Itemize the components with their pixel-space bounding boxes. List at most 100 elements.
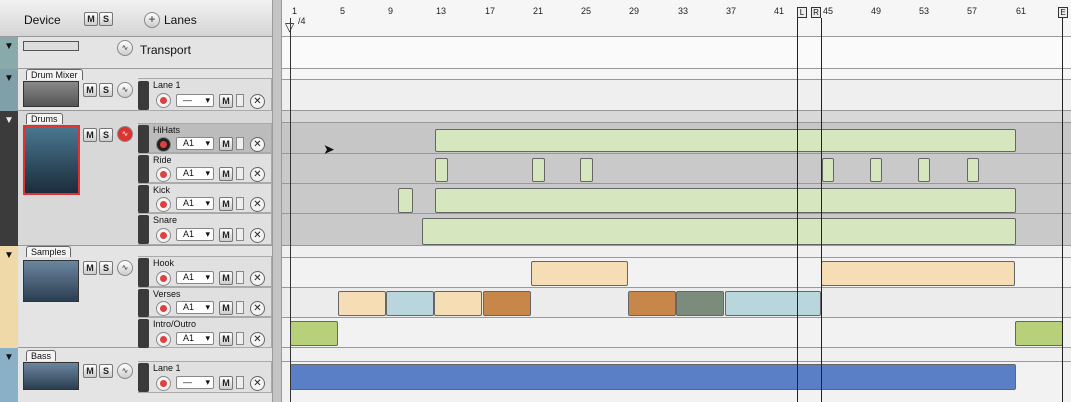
mute-button[interactable]: M — [83, 364, 97, 378]
clip[interactable] — [434, 291, 482, 316]
record-button[interactable] — [156, 167, 171, 182]
lane-fader[interactable] — [236, 197, 244, 210]
solo-button[interactable]: S — [99, 83, 113, 97]
delete-lane-icon[interactable]: ✕ — [250, 94, 265, 109]
pattern-select[interactable]: A1 — [176, 228, 214, 241]
lane-name[interactable]: Hook — [153, 258, 174, 268]
lane-mute-button[interactable]: M — [219, 271, 233, 285]
device-thumbnail[interactable] — [23, 362, 79, 390]
loop-left-marker[interactable]: L — [797, 7, 807, 18]
clip[interactable] — [918, 158, 930, 182]
snare-lane[interactable] — [282, 214, 1071, 246]
pattern-select[interactable]: — — [176, 94, 214, 107]
lane-fader[interactable] — [236, 271, 244, 284]
lane-mute-button[interactable]: M — [219, 197, 233, 211]
mute-button[interactable]: M — [83, 83, 97, 97]
clip[interactable] — [531, 261, 628, 286]
lane-grip[interactable] — [138, 81, 149, 110]
fold-triangle-icon[interactable]: ▼ — [4, 250, 14, 261]
lane-mute-button[interactable]: M — [219, 167, 233, 181]
lane-name[interactable]: Verses — [153, 289, 181, 299]
delete-lane-icon[interactable]: ✕ — [250, 271, 265, 286]
loop-right-marker[interactable]: R — [811, 7, 821, 18]
lane-fader[interactable] — [236, 94, 244, 107]
pattern-select[interactable]: A1 — [176, 137, 214, 150]
lane-fader[interactable] — [236, 137, 244, 150]
clip[interactable] — [1015, 321, 1063, 346]
automation-icon[interactable]: ∿ — [117, 126, 133, 142]
lane-grip[interactable] — [138, 215, 149, 244]
clip[interactable] — [725, 291, 821, 316]
mute-button[interactable]: M — [83, 261, 97, 275]
verses-lane[interactable] — [282, 288, 1071, 318]
clip[interactable] — [290, 364, 1016, 390]
delete-lane-icon[interactable]: ✕ — [250, 197, 265, 212]
automation-icon[interactable]: ∿ — [117, 260, 133, 276]
clip[interactable] — [822, 158, 834, 182]
lane-mute-button[interactable]: M — [219, 301, 233, 315]
transport-lane[interactable] — [282, 37, 1071, 69]
lane-grip[interactable] — [138, 363, 149, 392]
clip[interactable] — [290, 321, 338, 346]
lane-name[interactable]: HiHats — [153, 125, 180, 135]
fold-triangle-icon[interactable]: ▼ — [4, 115, 14, 126]
lane-name[interactable]: Lane 1 — [153, 80, 181, 90]
clip[interactable] — [483, 291, 531, 316]
lane-grip[interactable] — [138, 185, 149, 213]
bar-ruler[interactable]: 1 /4 5 9 13 17 21 25 29 33 37 41 45 49 5… — [282, 0, 1071, 37]
delete-lane-icon[interactable]: ✕ — [250, 301, 265, 316]
device-tab[interactable]: Drums — [26, 113, 63, 124]
record-button[interactable] — [156, 332, 171, 347]
lane-mute-button[interactable]: M — [219, 376, 233, 390]
lane-mute-button[interactable]: M — [219, 228, 233, 242]
clip[interactable] — [435, 158, 448, 182]
pattern-select[interactable]: A1 — [176, 197, 214, 210]
end-marker[interactable]: E — [1058, 7, 1068, 18]
device-tab[interactable]: Drum Mixer — [26, 69, 83, 80]
device-tab[interactable]: Samples — [26, 246, 72, 257]
drum-mixer-lane[interactable] — [282, 80, 1071, 111]
ride-lane[interactable] — [282, 154, 1071, 184]
lane-fader[interactable] — [236, 228, 244, 241]
solo-button[interactable]: S — [99, 364, 113, 378]
pattern-select[interactable]: A1 — [176, 271, 214, 284]
automation-icon[interactable]: ∿ — [117, 40, 133, 56]
record-button[interactable] — [156, 301, 171, 316]
lane-name[interactable]: Ride — [153, 155, 172, 165]
mute-all-button[interactable]: M — [84, 12, 98, 26]
lane-fader[interactable] — [236, 332, 244, 345]
lane-grip[interactable] — [138, 155, 149, 183]
device-tab[interactable]: Bass — [26, 350, 57, 361]
delete-lane-icon[interactable]: ✕ — [250, 376, 265, 391]
record-button[interactable] — [156, 93, 171, 108]
pattern-select[interactable]: — — [176, 376, 214, 389]
solo-button[interactable]: S — [99, 128, 113, 142]
automation-icon[interactable]: ∿ — [117, 82, 133, 98]
mute-button[interactable]: M — [83, 128, 97, 142]
automation-icon[interactable]: ∿ — [117, 363, 133, 379]
lane-name[interactable]: Lane 1 — [153, 363, 181, 373]
clip[interactable] — [398, 188, 413, 213]
hihats-lane[interactable] — [282, 123, 1071, 154]
lane-mute-button[interactable]: M — [219, 137, 233, 151]
lane-grip[interactable] — [138, 258, 149, 287]
solo-all-button[interactable]: S — [99, 12, 113, 26]
fold-triangle-icon[interactable]: ▼ — [4, 41, 14, 52]
delete-lane-icon[interactable]: ✕ — [250, 137, 265, 152]
pattern-select[interactable]: A1 — [176, 301, 214, 314]
record-button[interactable] — [156, 197, 171, 212]
device-thumbnail[interactable] — [23, 81, 79, 107]
clip[interactable] — [422, 218, 1016, 245]
clip[interactable] — [676, 291, 724, 316]
lane-fader[interactable] — [236, 301, 244, 314]
kick-lane[interactable] — [282, 184, 1071, 214]
record-button[interactable] — [156, 137, 171, 152]
fold-triangle-icon[interactable]: ▼ — [4, 73, 14, 84]
clip[interactable] — [532, 158, 545, 182]
clip[interactable] — [435, 188, 1016, 213]
clip[interactable] — [386, 291, 434, 316]
lane-fader[interactable] — [236, 376, 244, 389]
clip[interactable] — [628, 291, 676, 316]
lane-grip[interactable] — [138, 289, 149, 317]
clip[interactable] — [967, 158, 979, 182]
